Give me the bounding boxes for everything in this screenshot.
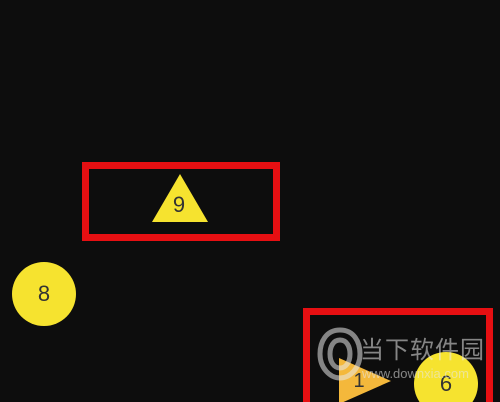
watermark-url: www.downxia.com (362, 366, 469, 381)
piece-number: 9 (172, 192, 186, 217)
watermark-title: 当下软件园 (360, 337, 485, 364)
watermark-logo-icon (317, 327, 363, 381)
triangle-piece-9[interactable]: 9 (150, 172, 210, 224)
circle-piece-8[interactable]: 8 (12, 262, 76, 326)
watermark: 当下软件园 www.downxia.com (316, 322, 496, 392)
piece-number: 8 (37, 281, 51, 306)
game-board: 9 8 1 6 当下软件园 www.downxia.com (0, 0, 500, 402)
